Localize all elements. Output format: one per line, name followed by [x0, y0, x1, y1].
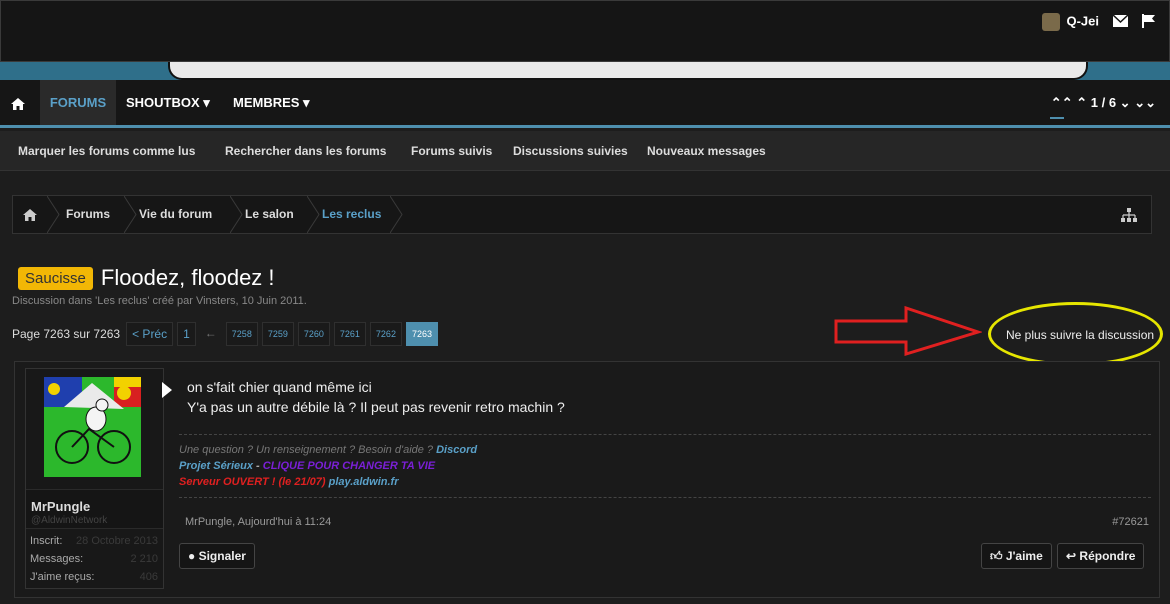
first-page-icon[interactable]: ⌃⌃: [1051, 95, 1073, 110]
signature-text: Une question ? Un renseignement ? Besoin…: [179, 444, 437, 456]
change-life-link[interactable]: CLIQUE POUR CHANGER TA VIE: [263, 460, 435, 472]
link-search-forums[interactable]: Rechercher dans les forums: [225, 131, 386, 171]
link-watched-forums[interactable]: Forums suivis: [411, 131, 492, 171]
page-skip-icon[interactable]: ←: [200, 322, 222, 346]
author-stat-likes: J'aime reçus: 406: [30, 571, 158, 583]
author-stat-messages: Messages: 2 210: [30, 553, 158, 565]
thread-meta: Discussion dans 'Les reclus' créé par Vi…: [12, 295, 307, 307]
like-label: J'aime: [1005, 549, 1043, 563]
breadcrumb-forums[interactable]: Forums: [66, 196, 110, 233]
signature-separator: -: [252, 460, 263, 472]
stat-value: 406: [139, 571, 158, 583]
author-avatar[interactable]: [44, 377, 141, 477]
prev-page-button[interactable]: < Préc: [126, 322, 174, 346]
tab-forums[interactable]: FORUMS: [40, 80, 116, 125]
link-new-posts[interactable]: Nouveaux messages: [647, 131, 766, 171]
discord-link[interactable]: Discord: [436, 444, 477, 456]
signature-line: Serveur OUVERT ! (le 21/07) play.aldwin.…: [179, 476, 398, 488]
signature: Une question ? Un renseignement ? Besoin…: [179, 434, 1151, 498]
red-arrow-annotation: [834, 306, 982, 356]
message-line: on s'fait chier quand même ici: [187, 379, 372, 395]
header-banner: [0, 62, 1170, 80]
username: Q-Jei: [1066, 13, 1099, 29]
pager-underline: [1049, 117, 1064, 119]
like-button[interactable]: 👍︎ J'aime: [981, 543, 1052, 569]
breadcrumb-home-icon[interactable]: [13, 196, 47, 233]
breadcrumb-separator: [230, 196, 243, 233]
page-link-first[interactable]: 1: [177, 322, 196, 346]
page-link[interactable]: 7259: [261, 322, 294, 346]
breadcrumb-vie-du-forum[interactable]: Vie du forum: [139, 196, 212, 233]
author-title: @AldwinNetwork: [31, 515, 108, 526]
breadcrumb-separator: [390, 196, 403, 233]
page-link[interactable]: 7262: [369, 322, 402, 346]
reply-icon: ↩: [1066, 549, 1077, 563]
stat-value: 2 210: [130, 553, 158, 565]
page-link[interactable]: 7261: [333, 322, 366, 346]
mail-icon[interactable]: [1112, 13, 1129, 30]
breadcrumb-les-reclus[interactable]: Les reclus: [322, 196, 381, 233]
main-nav: FORUMS SHOUTBOX ▾ MEMBRES ▾ ⌃⌃ ⌃ 1 / 6 ⌄…: [0, 80, 1170, 128]
report-label: Signaler: [198, 549, 246, 563]
author-card: MrPungle @AldwinNetwork Inscrit: 28 Octo…: [25, 368, 164, 589]
server-open-text: Serveur OUVERT ! (le 21/07): [179, 476, 329, 488]
author-name-box: MrPungle @AldwinNetwork: [26, 489, 163, 529]
last-page-icon[interactable]: ⌄⌄: [1134, 95, 1156, 110]
sitemap-icon[interactable]: [1121, 196, 1141, 233]
reply-button[interactable]: ↩ Répondre: [1057, 543, 1145, 569]
next-page-icon[interactable]: ⌄: [1120, 95, 1131, 110]
link-watched-threads[interactable]: Discussions suivies: [513, 131, 628, 171]
avatar: [1042, 13, 1061, 31]
breadcrumb-separator: [124, 196, 137, 233]
stat-label: J'aime reçus:: [30, 571, 95, 583]
thumbs-up-icon: 👍︎: [990, 549, 1003, 563]
message-arrow: [162, 382, 172, 398]
breadcrumb-separator: [307, 196, 320, 233]
sub-nav: Marquer les forums comme lus Rechercher …: [0, 131, 1170, 171]
server-address-link[interactable]: play.aldwin.fr: [329, 476, 399, 488]
thread-prefix-badge[interactable]: Saucisse: [18, 266, 93, 290]
author-name[interactable]: MrPungle: [31, 499, 90, 514]
post-meta[interactable]: MrPungle, Aujourd'hui à 11:24: [185, 516, 331, 528]
signature-line: Projet Sérieux - CLIQUE POUR CHANGER TA …: [179, 460, 435, 472]
post: MrPungle @AldwinNetwork Inscrit: 28 Octo…: [14, 361, 1160, 598]
page-nav: Page 7263 sur 7263 < Préc 1 ← 7258 7259 …: [12, 322, 438, 346]
post-permalink[interactable]: #72621: [1112, 516, 1149, 528]
prev-page-icon[interactable]: ⌃: [1076, 95, 1087, 110]
unfollow-thread-link[interactable]: Ne plus suivre la discussion: [1006, 328, 1154, 342]
breadcrumb-separator: [47, 196, 60, 233]
breadcrumb-le-salon[interactable]: Le salon: [245, 196, 294, 233]
page-label: Page 7263 sur 7263: [12, 327, 121, 341]
user-menu: Q-Jei: [1042, 13, 1155, 31]
top-bar: Q-Jei: [0, 0, 1170, 62]
thread-header: Saucisse Floodez, floodez !: [18, 264, 275, 292]
home-icon[interactable]: [0, 80, 36, 125]
user-account[interactable]: Q-Jei: [1042, 13, 1099, 31]
pager-label: 1 / 6: [1090, 95, 1117, 110]
tab-membres[interactable]: MEMBRES ▾: [233, 80, 310, 125]
stat-label: Inscrit:: [30, 535, 63, 547]
signature-line: Une question ? Un renseignement ? Besoin…: [179, 444, 477, 456]
message-line: Y'a pas un autre débile là ? Il peut pas…: [187, 399, 565, 415]
link-mark-read[interactable]: Marquer les forums comme lus: [18, 131, 195, 171]
page-link-current[interactable]: 7263: [405, 322, 438, 346]
report-button[interactable]: ● Signaler: [179, 543, 255, 569]
projet-serieux-link[interactable]: Projet Sérieux: [179, 460, 253, 472]
breadcrumb: Forums Vie du forum Le salon Les reclus: [12, 195, 1152, 234]
page-link[interactable]: 7260: [297, 322, 330, 346]
page-link[interactable]: 7258: [225, 322, 258, 346]
reply-label: Répondre: [1079, 549, 1136, 563]
stat-label: Messages:: [30, 553, 84, 565]
tab-shoutbox[interactable]: SHOUTBOX ▾: [126, 80, 210, 125]
author-stat-joined: Inscrit: 28 Octobre 2013: [30, 535, 158, 547]
thread-title: Floodez, floodez !: [100, 265, 275, 290]
thread-pager[interactable]: ⌃⌃ ⌃ 1 / 6 ⌄ ⌄⌄: [1049, 80, 1156, 125]
report-icon: ●: [188, 549, 196, 563]
stat-value: 28 Octobre 2013: [76, 535, 158, 547]
flag-icon[interactable]: [1142, 13, 1155, 31]
